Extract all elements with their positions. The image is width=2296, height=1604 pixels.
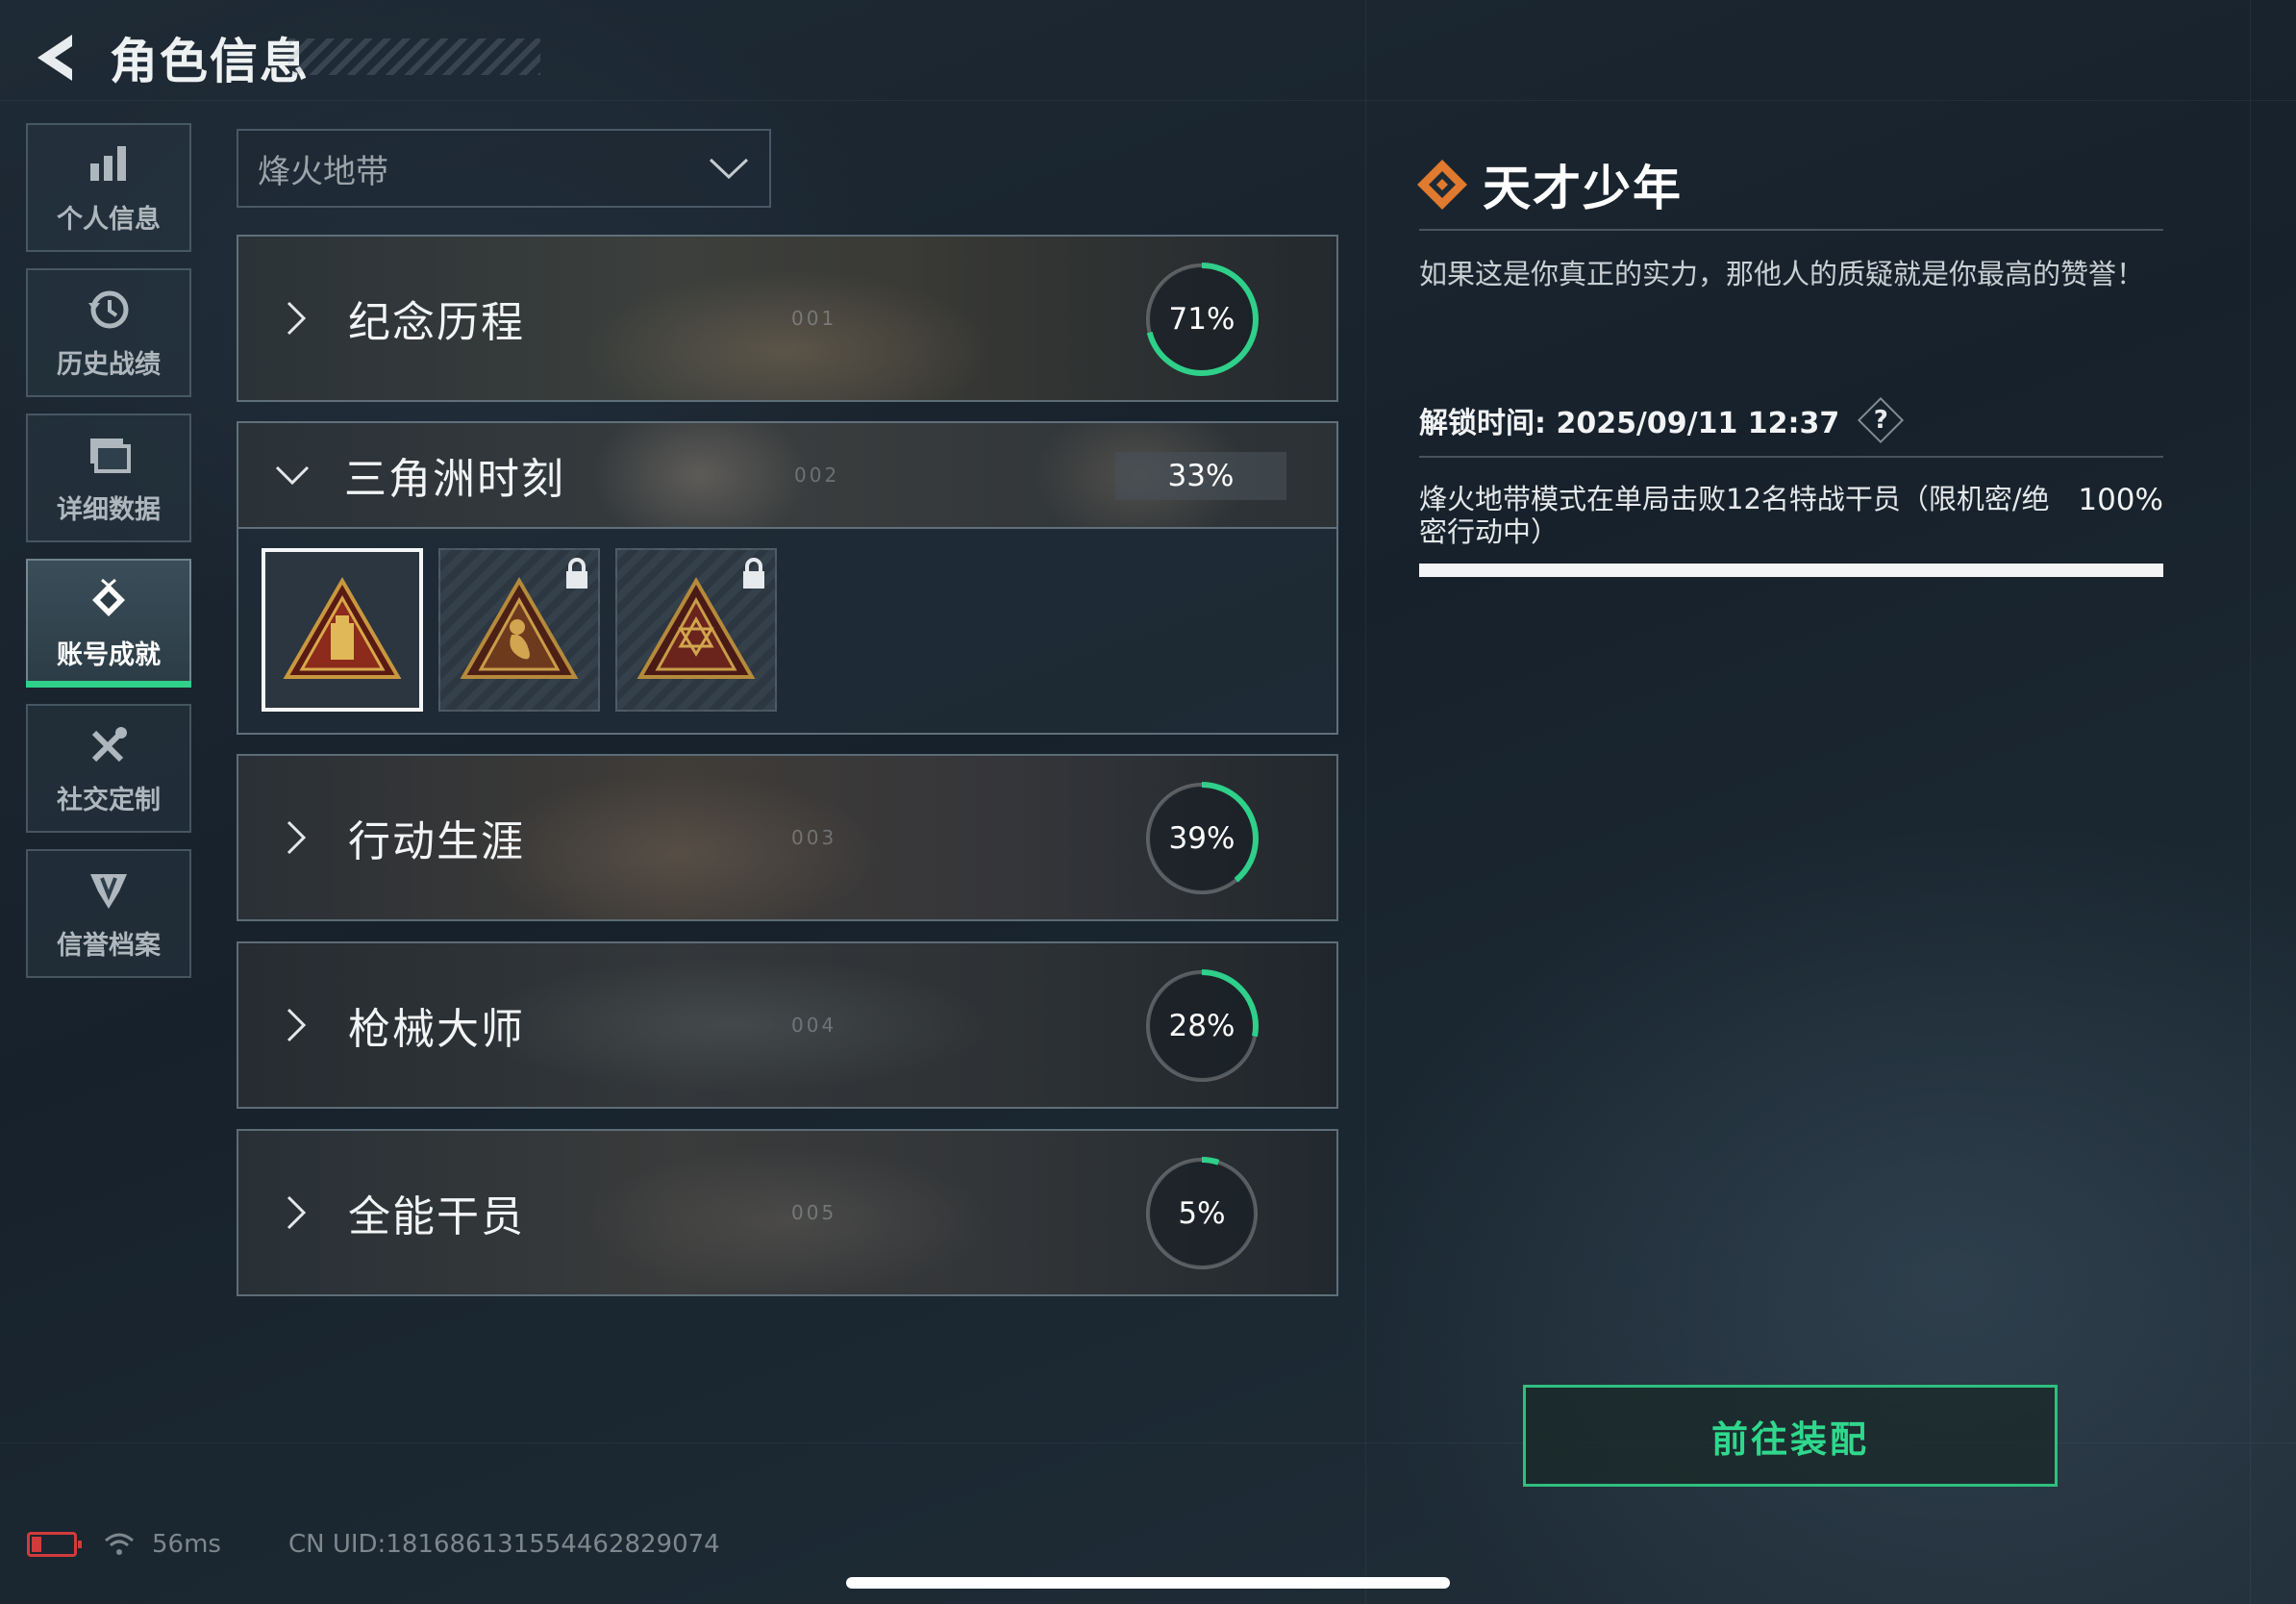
category-number: 003 <box>791 826 837 849</box>
wifi-icon <box>105 1533 134 1555</box>
badge-slot-3[interactable] <box>615 548 777 712</box>
sidebar-item-label: 社交定制 <box>57 785 161 815</box>
category-number: 002 <box>794 464 840 487</box>
hexagram-hands-badge-icon <box>636 577 756 679</box>
sidebar-item-personal-info[interactable]: 个人信息 <box>26 123 191 252</box>
category-card-weapon-master[interactable]: 枪械大师 004 28% <box>237 941 1338 1109</box>
ping-text: 56ms <box>152 1530 221 1559</box>
sidebar-item-social[interactable]: 社交定制 <box>26 704 191 833</box>
sidebar-item-label: 历史战绩 <box>57 349 161 380</box>
header: 角色信息 <box>27 27 310 89</box>
folder-data-icon <box>90 438 131 473</box>
progress-fill <box>1419 564 2163 577</box>
progress-percent: 5% <box>1178 1196 1226 1231</box>
sidebar-item-label: 详细数据 <box>57 494 161 525</box>
history-clock-icon <box>88 290 129 328</box>
category-number: 004 <box>791 1014 837 1037</box>
sidebar-item-label: 信誉档案 <box>57 930 161 961</box>
divider <box>1419 229 2163 231</box>
sidebar-item-label: 账号成就 <box>57 639 161 670</box>
credit-shield-icon <box>90 873 127 909</box>
achievement-name: 天才少年 <box>1483 161 1683 216</box>
back-arrow-icon <box>37 35 72 81</box>
category-card-all-round-operator[interactable]: 全能干员 005 5% <box>237 1129 1338 1296</box>
category-card-delta-moments: 三角洲时刻 002 33% <box>237 421 1338 735</box>
lock-icon <box>566 558 587 589</box>
chevron-right-icon <box>287 820 307 855</box>
category-name: 行动生涯 <box>348 817 525 866</box>
chevron-down-icon <box>709 158 749 180</box>
mode-select[interactable]: 烽火地带 <box>237 129 771 208</box>
battery-icon <box>27 1532 82 1557</box>
category-card-memorial[interactable]: 纪念历程 001 71% <box>237 235 1338 402</box>
progress-percent: 33% <box>1115 452 1286 500</box>
lock-icon <box>743 558 764 589</box>
mermaid-triangle-badge-icon <box>460 577 579 679</box>
unlock-time-text: 解锁时间: 2025/09/11 12:37 <box>1419 407 1840 440</box>
progress-percent: 28% <box>1168 1009 1235 1043</box>
progress-percent: 39% <box>1168 821 1235 856</box>
category-name: 三角洲时刻 <box>344 455 565 504</box>
achievement-title: 天才少年 <box>1415 150 1683 219</box>
category-number: 005 <box>791 1201 837 1224</box>
badge-slot-1[interactable] <box>262 548 423 712</box>
chevron-down-icon <box>275 465 310 486</box>
category-name: 纪念历程 <box>348 298 525 347</box>
go-equip-label: 前往装配 <box>1710 1417 1869 1461</box>
progress-ring: 28% <box>1142 966 1261 1086</box>
category-number: 001 <box>791 307 837 330</box>
progress-percent: 71% <box>1168 302 1235 337</box>
uid-text: CN UID:18168613155446282907​4 <box>287 1530 720 1559</box>
requirement-text: 烽火地带模式在单局击败12名特战干员（限机密/绝密行动中） <box>1419 483 2050 548</box>
title-decoration <box>288 38 540 75</box>
sidebar-item-credit[interactable]: 信誉档案 <box>26 849 191 978</box>
category-card-career[interactable]: 行动生涯 003 39% <box>237 754 1338 921</box>
status-bar: 56ms CN UID:18168613155446282907​4 <box>27 1525 720 1564</box>
bar-chart-icon <box>90 145 126 181</box>
unlock-time: 解锁时间: 2025/09/11 12:37 ? <box>1419 398 1903 442</box>
chevron-right-icon <box>287 301 307 336</box>
divider <box>1419 456 2163 458</box>
back-button[interactable] <box>27 27 81 88</box>
sidebar-item-detail-data[interactable]: 详细数据 <box>26 414 191 542</box>
sidebar-item-history[interactable]: 历史战绩 <box>26 268 191 397</box>
achievement-medal-icon <box>92 578 125 616</box>
chevron-right-icon <box>287 1008 307 1042</box>
go-equip-button[interactable]: 前往装配 <box>1523 1385 2058 1487</box>
help-icon: ? <box>1873 406 1888 435</box>
mode-select-value: 烽火地带 <box>258 152 388 191</box>
category-header-delta-moments[interactable]: 三角洲时刻 002 33% <box>238 423 1336 529</box>
help-button[interactable]: ? <box>1859 398 1903 442</box>
page-title: 角色信息 <box>110 34 310 89</box>
category-name: 枪械大师 <box>348 1005 525 1054</box>
home-indicator[interactable] <box>846 1577 1450 1589</box>
usb-triangle-badge-icon <box>283 577 402 679</box>
chevron-right-icon <box>287 1195 307 1230</box>
progress-ring: 39% <box>1142 779 1261 898</box>
progress-ring: 5% <box>1142 1154 1261 1273</box>
achievement-diamond-icon <box>1417 160 1467 210</box>
progress-ring: 71% <box>1142 260 1261 379</box>
requirement-percent: 100% <box>2078 483 2163 517</box>
wrench-tools-icon <box>91 726 127 762</box>
sidebar-item-label: 个人信息 <box>57 204 161 235</box>
requirement-progress-bar <box>1419 564 2163 577</box>
sidebar: 个人信息 历史战绩 详细数据 账号成就 社交定制 信誉档案 <box>26 123 191 994</box>
sidebar-item-achievements[interactable]: 账号成就 <box>26 559 191 688</box>
category-name: 全能干员 <box>348 1192 525 1241</box>
achievement-description: 如果这是你真正的实力，那他人的质疑就是你最高的赞誉！ <box>1419 258 2145 290</box>
badge-slot-2[interactable] <box>438 548 600 712</box>
